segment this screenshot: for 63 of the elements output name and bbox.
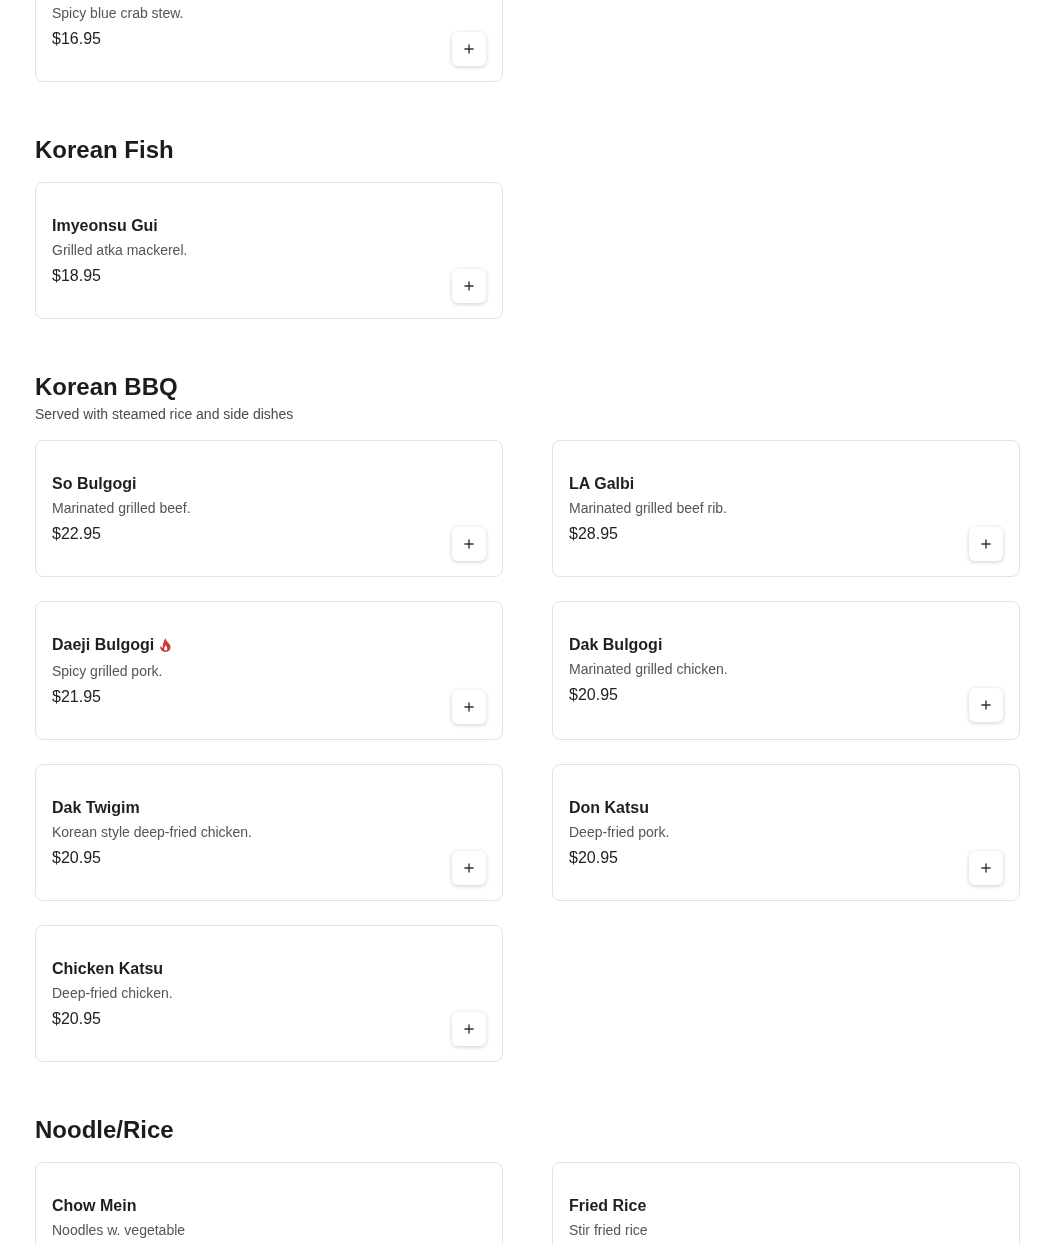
- menu-item-card[interactable]: So Bulgogi Marinated grilled beef. $22.95: [35, 440, 503, 577]
- add-button[interactable]: [969, 851, 1003, 885]
- plus-icon: [462, 1022, 476, 1036]
- section-heading: Noodle/Rice: [35, 1115, 175, 1145]
- item-description: Marinated grilled chicken.: [569, 660, 729, 679]
- menu-item-card[interactable]: LA Galbi Marinated grilled beef rib. $28.95: [552, 440, 1020, 577]
- add-button[interactable]: [452, 690, 486, 724]
- section-subtitle: Served with steamed rice and side dishes: [35, 405, 295, 424]
- section-heading: Korean Fish: [35, 135, 175, 165]
- item-description: Deep-fried pork.: [569, 823, 671, 842]
- add-button[interactable]: [452, 851, 486, 885]
- menu-item-card[interactable]: Chow Mein Noodles w. vegetable: [35, 1162, 503, 1244]
- item-description: Stir fried rice: [569, 1221, 649, 1240]
- plus-icon: [979, 537, 993, 551]
- plus-icon: [979, 698, 993, 712]
- item-price: $20.95: [569, 848, 618, 868]
- item-price: $20.95: [52, 848, 101, 868]
- add-button[interactable]: [969, 527, 1003, 561]
- item-price: $16.95: [52, 29, 101, 49]
- item-price: $22.95: [52, 524, 101, 544]
- menu-item-card[interactable]: Imyeonsu Gui Grilled atka mackerel. $18.95: [35, 182, 503, 319]
- plus-icon: [462, 861, 476, 875]
- item-description: Spicy grilled pork.: [52, 662, 164, 681]
- menu-item-card[interactable]: Spicy blue crab stew. $16.95: [35, 0, 503, 82]
- item-description: Marinated grilled beef rib.: [569, 499, 728, 518]
- item-description: Korean style deep-fried chicken.: [52, 823, 253, 842]
- item-name: Fried Rice: [569, 1196, 647, 1216]
- item-name: Don Katsu: [569, 798, 649, 818]
- section-heading: Korean BBQ: [35, 372, 179, 402]
- menu-item-card[interactable]: Dak Twigim Korean style deep-fried chicken. $20.95: [35, 764, 503, 901]
- add-button[interactable]: [452, 1012, 486, 1046]
- item-name: Dak Twigim: [52, 798, 140, 818]
- add-button[interactable]: [452, 269, 486, 303]
- item-name: Imyeonsu Gui: [52, 216, 158, 236]
- menu-item-card[interactable]: Dak Bulgogi Marinated grilled chicken. $20.95: [552, 601, 1020, 740]
- menu-item-card[interactable]: Don Katsu Deep-fried pork. $20.95: [552, 764, 1020, 901]
- item-price: $20.95: [52, 1009, 101, 1029]
- plus-icon: [979, 861, 993, 875]
- plus-icon: [462, 279, 476, 293]
- item-description: Marinated grilled beef.: [52, 499, 192, 518]
- item-name: Daeji Bulgogi: [52, 635, 155, 655]
- item-name: So Bulgogi: [52, 474, 137, 494]
- menu-item-card[interactable]: Chicken Katsu Deep-fried chicken. $20.95: [35, 925, 503, 1062]
- add-button[interactable]: [969, 688, 1003, 722]
- item-description: Deep-fried chicken.: [52, 984, 174, 1003]
- item-description: Grilled atka mackerel.: [52, 241, 189, 260]
- item-name: Chicken Katsu: [52, 959, 164, 979]
- menu-item-card[interactable]: Daeji Bulgogi Spicy grilled pork. $21.95: [35, 601, 503, 740]
- item-price: $18.95: [52, 266, 101, 286]
- menu-item-card[interactable]: Fried Rice Stir fried rice: [552, 1162, 1020, 1244]
- item-name: Chow Mein: [52, 1196, 137, 1216]
- item-price: $20.95: [569, 685, 618, 705]
- item-name: LA Galbi: [569, 474, 635, 494]
- item-price: $21.95: [52, 687, 101, 707]
- item-description: Noodles w. vegetable: [52, 1221, 187, 1240]
- item-description: Spicy blue crab stew.: [52, 4, 185, 23]
- plus-icon: [462, 42, 476, 56]
- item-name: Dak Bulgogi: [569, 635, 663, 655]
- plus-icon: [462, 700, 476, 714]
- add-button[interactable]: [452, 527, 486, 561]
- add-button[interactable]: [452, 32, 486, 66]
- plus-icon: [462, 537, 476, 551]
- item-price: $28.95: [569, 524, 618, 544]
